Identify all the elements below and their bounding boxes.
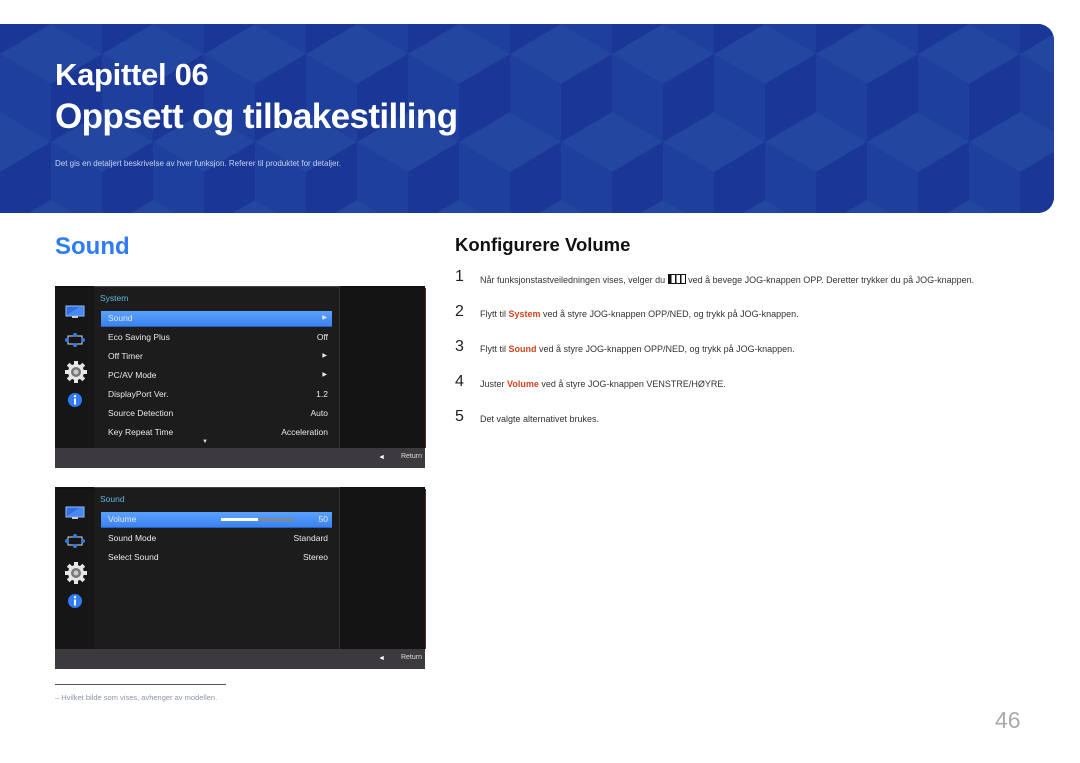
osd-footer: ◄ Return: [55, 649, 425, 669]
step-number: 2: [455, 303, 464, 320]
menu-item-sound[interactable]: Sound ▶: [101, 311, 332, 327]
menu-item-key-repeat-time[interactable]: Key Repeat Time Acceleration: [101, 425, 332, 440]
submenu-arrow-icon: ▶: [322, 372, 327, 378]
volume-slider[interactable]: [221, 518, 294, 521]
onscreen-display-icon[interactable]: [65, 533, 85, 549]
submenu-arrow-icon: ▶: [322, 315, 327, 321]
instructions-heading: Konfigurere Volume: [455, 234, 631, 255]
volume-slider-fill: [221, 518, 258, 521]
menu-item-sound-mode[interactable]: Sound Mode Standard: [101, 531, 332, 546]
osd-sound-menu: Sound Volume 50 Sound Mode Standard Sele…: [55, 487, 426, 669]
scroll-down-icon[interactable]: ▼: [202, 439, 208, 445]
onscreen-display-icon[interactable]: [65, 332, 85, 348]
osd-system-menu: System Sound ▶ Eco Saving Plus Off Off T…: [55, 286, 426, 468]
menu-keys-icon: [667, 274, 686, 284]
step-number: 5: [455, 408, 464, 425]
footnote: – Hvilket bilde som vises, avhenger av m…: [55, 693, 218, 702]
chapter-banner: Kapittel 06 Oppsett og tilbakestilling D…: [0, 24, 1054, 213]
back-arrow-icon[interactable]: ◄: [378, 655, 385, 662]
chapter-description: Det gis en detaljert beskrivelse av hver…: [55, 159, 341, 168]
chapter-number: Kapittel 06: [55, 57, 209, 92]
back-arrow-icon[interactable]: ◄: [378, 454, 385, 461]
information-icon[interactable]: [67, 593, 83, 609]
page-number: 46: [995, 707, 1021, 733]
return-button[interactable]: Return: [401, 453, 422, 460]
menu-item-displayport-ver[interactable]: DisplayPort Ver. 1.2: [101, 387, 332, 402]
information-icon[interactable]: [67, 392, 83, 408]
osd-sidebar: [55, 288, 93, 448]
footnote-divider: [55, 684, 226, 685]
osd-sidebar: [55, 489, 93, 649]
picture-icon[interactable]: [65, 305, 85, 319]
step-number: 3: [455, 338, 464, 355]
menu-item-pc-av-mode[interactable]: PC/AV Mode ▶: [101, 368, 332, 383]
picture-icon[interactable]: [65, 506, 85, 520]
menu-item-select-sound[interactable]: Select Sound Stereo: [101, 550, 332, 565]
menu-title: Sound: [100, 494, 125, 504]
step-number: 4: [455, 373, 464, 390]
chapter-title: Oppsett og tilbakestilling: [55, 97, 458, 136]
menu-item-volume[interactable]: Volume 50: [101, 512, 332, 528]
menu-item-eco-saving-plus[interactable]: Eco Saving Plus Off: [101, 330, 332, 345]
step-number: 1: [455, 268, 464, 285]
return-button[interactable]: Return: [401, 654, 422, 661]
menu-title: System: [100, 293, 129, 303]
highlight-term: Volume: [507, 379, 539, 389]
menu-item-off-timer[interactable]: Off Timer ▶: [101, 349, 332, 364]
osd-menu-list: Sound Volume 50 Sound Mode Standard Sele…: [94, 487, 340, 650]
menu-item-source-detection[interactable]: Source Detection Auto: [101, 406, 332, 421]
highlight-term: System: [508, 309, 541, 319]
osd-footer: ◄ Return: [55, 448, 425, 468]
section-title: Sound: [55, 233, 130, 260]
osd-menu-list: System Sound ▶ Eco Saving Plus Off Off T…: [94, 286, 340, 449]
system-gear-icon[interactable]: [65, 562, 87, 584]
highlight-term: Sound: [508, 344, 537, 354]
system-gear-icon[interactable]: [65, 361, 87, 383]
submenu-arrow-icon: ▶: [322, 353, 327, 359]
